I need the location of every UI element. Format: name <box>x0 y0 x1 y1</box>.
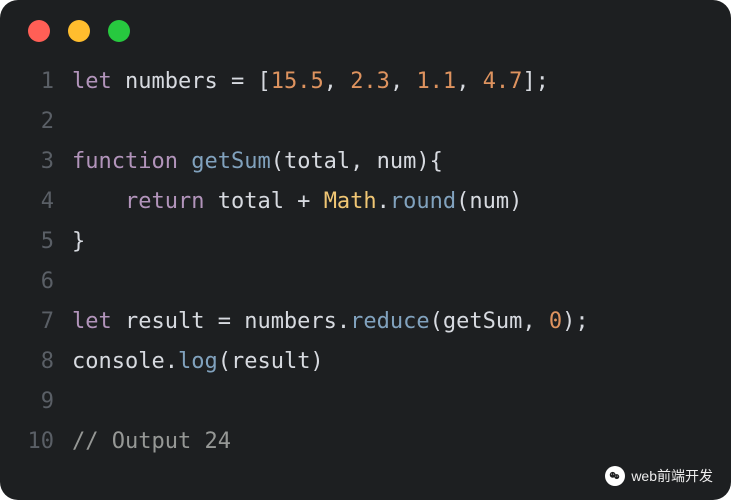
watermark: web前端开发 <box>605 466 713 486</box>
code-line: 10// Output 24 <box>0 422 731 462</box>
code-text: // Output 24 <box>72 422 731 462</box>
code-text: let result = numbers.reduce(getSum, 0); <box>72 302 731 342</box>
line-number: 4 <box>0 182 72 222</box>
line-number: 3 <box>0 142 72 182</box>
window-titlebar <box>0 0 731 62</box>
code-line: 3function getSum(total, num){ <box>0 142 731 182</box>
code-text: } <box>72 222 731 262</box>
close-icon[interactable] <box>28 20 50 42</box>
line-number: 10 <box>0 422 72 462</box>
code-line: 5} <box>0 222 731 262</box>
code-line: 4 return total + Math.round(num) <box>0 182 731 222</box>
code-line: 6 <box>0 262 731 302</box>
code-text: let numbers = [15.5, 2.3, 1.1, 4.7]; <box>72 62 731 102</box>
minimize-icon[interactable] <box>68 20 90 42</box>
code-text <box>72 382 731 422</box>
line-number: 6 <box>0 262 72 302</box>
code-line: 2 <box>0 102 731 142</box>
line-number: 7 <box>0 302 72 342</box>
maximize-icon[interactable] <box>108 20 130 42</box>
code-text: return total + Math.round(num) <box>72 182 731 222</box>
watermark-text: web前端开发 <box>631 466 713 486</box>
code-block: 1let numbers = [15.5, 2.3, 1.1, 4.7];2 3… <box>0 62 731 462</box>
line-number: 2 <box>0 102 72 142</box>
line-number: 1 <box>0 62 72 102</box>
code-line: 7let result = numbers.reduce(getSum, 0); <box>0 302 731 342</box>
code-text <box>72 262 731 302</box>
code-text: function getSum(total, num){ <box>72 142 731 182</box>
line-number: 9 <box>0 382 72 422</box>
line-number: 5 <box>0 222 72 262</box>
code-text <box>72 102 731 142</box>
code-editor-window: 1let numbers = [15.5, 2.3, 1.1, 4.7];2 3… <box>0 0 731 500</box>
line-number: 8 <box>0 342 72 382</box>
wechat-icon <box>605 466 625 486</box>
code-text: console.log(result) <box>72 342 731 382</box>
code-line: 8console.log(result) <box>0 342 731 382</box>
code-line: 9 <box>0 382 731 422</box>
code-line: 1let numbers = [15.5, 2.3, 1.1, 4.7]; <box>0 62 731 102</box>
